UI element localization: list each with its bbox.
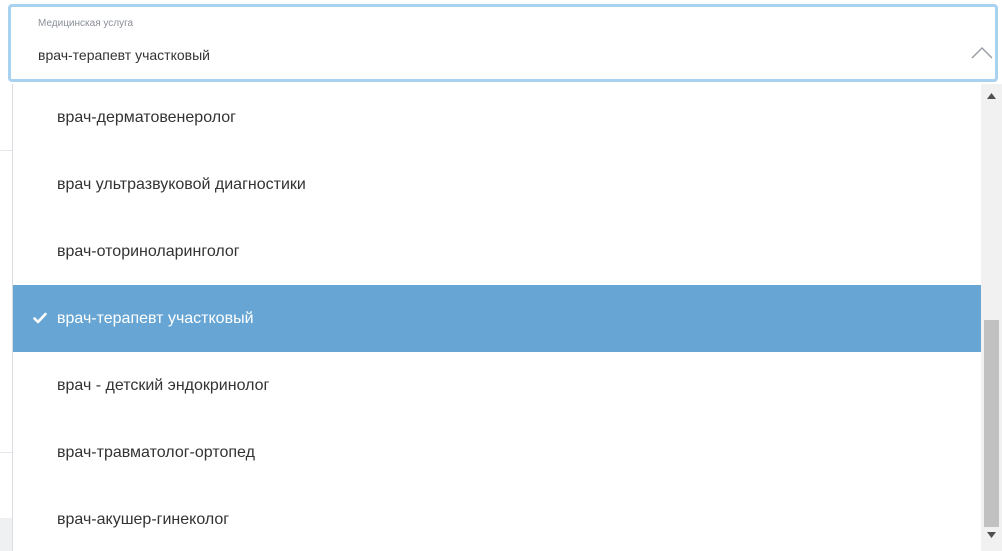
scroll-down-arrow-icon[interactable] <box>987 532 996 538</box>
scrollbar-thumb[interactable] <box>984 320 999 527</box>
option-label: врач-дерматовенеролог <box>57 109 236 126</box>
option-label: врач-травматолог-ортопед <box>57 444 255 461</box>
background-panel <box>0 518 12 551</box>
option-label: врач-акушер-гинеколог <box>57 511 230 528</box>
option-item[interactable]: врач-травматолог-ортопед <box>13 419 981 486</box>
option-label: врач - детский эндокринолог <box>57 377 270 394</box>
background-divider <box>0 452 12 453</box>
option-item[interactable]: врач-оториноларинголог <box>13 218 981 285</box>
option-label: врач ультразвуковой диагностики <box>57 176 306 193</box>
page: Медицинская услуга врач-терапевт участко… <box>0 0 1002 551</box>
options-container: врач-дерматовенеролог врач ультразвуково… <box>13 84 981 551</box>
scrollbar[interactable] <box>981 84 1002 551</box>
option-label: врач-оториноларинголог <box>57 243 240 260</box>
option-item[interactable]: врач ультразвуковой диагностики <box>13 151 981 218</box>
check-icon <box>33 312 47 324</box>
option-label: врач-терапевт участковый <box>57 310 254 327</box>
option-item[interactable]: врач - детский эндокринолог <box>13 352 981 419</box>
option-item[interactable]: врач-акушер-гинеколог <box>13 486 981 551</box>
scroll-up-arrow-icon[interactable] <box>987 93 996 99</box>
chevron-up-icon[interactable] <box>971 45 993 59</box>
background-divider <box>0 150 12 151</box>
option-item-selected[interactable]: врач-терапевт участковый <box>13 285 981 352</box>
select-caption: Медицинская услуга <box>38 18 134 29</box>
dropdown-list: врач-дерматовенеролог врач ультразвуково… <box>12 84 1002 551</box>
medical-service-select[interactable]: Медицинская услуга врач-терапевт участко… <box>8 4 998 82</box>
option-item[interactable]: врач-дерматовенеролог <box>13 84 981 151</box>
select-value: врач-терапевт участковый <box>38 47 210 63</box>
